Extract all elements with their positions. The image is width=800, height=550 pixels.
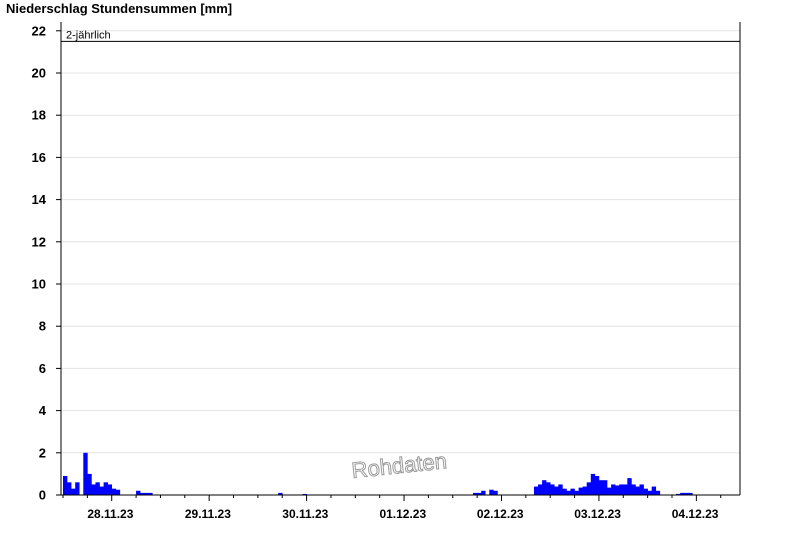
y-tick-label: 8 bbox=[39, 319, 46, 334]
precip-bar bbox=[627, 478, 632, 495]
x-tick-label: 30.11.23 bbox=[282, 507, 328, 521]
y-tick-label: 20 bbox=[32, 66, 46, 81]
precip-bar bbox=[611, 484, 616, 495]
y-tick-label: 22 bbox=[32, 23, 46, 38]
precip-bar bbox=[570, 488, 575, 495]
y-tick-label: 0 bbox=[39, 488, 46, 503]
reference-line-label: 2-jährlich bbox=[66, 29, 111, 41]
precip-bar bbox=[107, 484, 113, 495]
precip-bar bbox=[619, 484, 624, 495]
x-tick-label: 02.12.23 bbox=[477, 507, 524, 521]
precip-bar bbox=[631, 484, 636, 495]
x-tick-label: 01.12.23 bbox=[379, 507, 426, 521]
precip-bar bbox=[558, 484, 563, 495]
precip-bar bbox=[615, 485, 620, 495]
precip-bar bbox=[655, 490, 661, 495]
precip-bar bbox=[586, 482, 592, 495]
precip-bar bbox=[546, 482, 551, 495]
precip-bar bbox=[71, 488, 76, 495]
y-tick-label: 10 bbox=[32, 277, 46, 292]
precip-bar bbox=[574, 490, 579, 495]
precip-bar bbox=[75, 482, 80, 495]
precip-bar bbox=[602, 480, 608, 495]
precip-bar bbox=[598, 480, 604, 495]
precipitation-chart: Niederschlag Stundensummen [mm] 2-jährli… bbox=[0, 0, 800, 550]
precip-bar bbox=[647, 490, 652, 495]
chart-svg: Niederschlag Stundensummen [mm] 2-jährli… bbox=[6, 1, 741, 521]
precip-bar bbox=[493, 490, 498, 495]
y-tick-label: 4 bbox=[39, 403, 47, 418]
precip-bar bbox=[578, 487, 583, 495]
x-tick-label: 29.11.23 bbox=[185, 507, 231, 521]
precip-bar bbox=[95, 482, 100, 495]
precip-bar bbox=[111, 488, 117, 495]
precip-bar bbox=[83, 452, 88, 495]
axes bbox=[60, 22, 741, 496]
precip-bar bbox=[651, 486, 657, 495]
y-tick-label: 2 bbox=[39, 445, 46, 460]
precip-bar bbox=[67, 482, 72, 495]
x-axis-ticks: 28.11.23 29.11.23 30.11.23 01.12.23 02.12.23… bbox=[62, 495, 722, 521]
precip-bar bbox=[538, 484, 543, 495]
precip-bar bbox=[103, 482, 108, 495]
precip-bar bbox=[554, 486, 559, 495]
precip-bar bbox=[489, 489, 494, 496]
precip-bar bbox=[566, 490, 571, 495]
precip-bar bbox=[533, 486, 539, 495]
precip-bar bbox=[639, 484, 644, 495]
precip-bar bbox=[635, 486, 640, 495]
precip-bar bbox=[594, 476, 600, 495]
precip-bar bbox=[582, 486, 588, 495]
precip-bar bbox=[590, 473, 596, 495]
y-axis-ticks: 0 2 4 6 8 10 12 14 16 18 20 22 bbox=[32, 23, 61, 503]
precip-bar bbox=[542, 480, 547, 495]
chart-title: Niederschlag Stundensummen [mm] bbox=[6, 1, 232, 16]
precip-bar bbox=[643, 488, 648, 495]
precip-bar bbox=[63, 476, 68, 495]
precip-bar bbox=[607, 487, 612, 495]
x-tick-label: 04.12.23 bbox=[672, 507, 719, 521]
grid-lines bbox=[61, 30, 740, 454]
y-tick-label: 18 bbox=[32, 108, 46, 123]
y-tick-label: 16 bbox=[32, 150, 46, 165]
precip-bar bbox=[550, 484, 555, 495]
precip-bar bbox=[87, 473, 92, 495]
y-tick-label: 12 bbox=[32, 234, 46, 249]
precip-bar bbox=[481, 490, 486, 495]
y-tick-label: 6 bbox=[39, 361, 46, 376]
x-tick-label: 03.12.23 bbox=[574, 507, 621, 521]
precip-bar bbox=[562, 488, 567, 495]
precip-bar bbox=[99, 486, 104, 495]
watermark-text: Rohdaten bbox=[350, 448, 448, 483]
precip-bar bbox=[115, 489, 121, 496]
precip-bar bbox=[623, 484, 628, 495]
precip-bar bbox=[91, 484, 96, 495]
y-tick-label: 14 bbox=[32, 192, 47, 207]
x-tick-label: 28.11.23 bbox=[87, 507, 133, 521]
precip-bar bbox=[136, 490, 141, 495]
